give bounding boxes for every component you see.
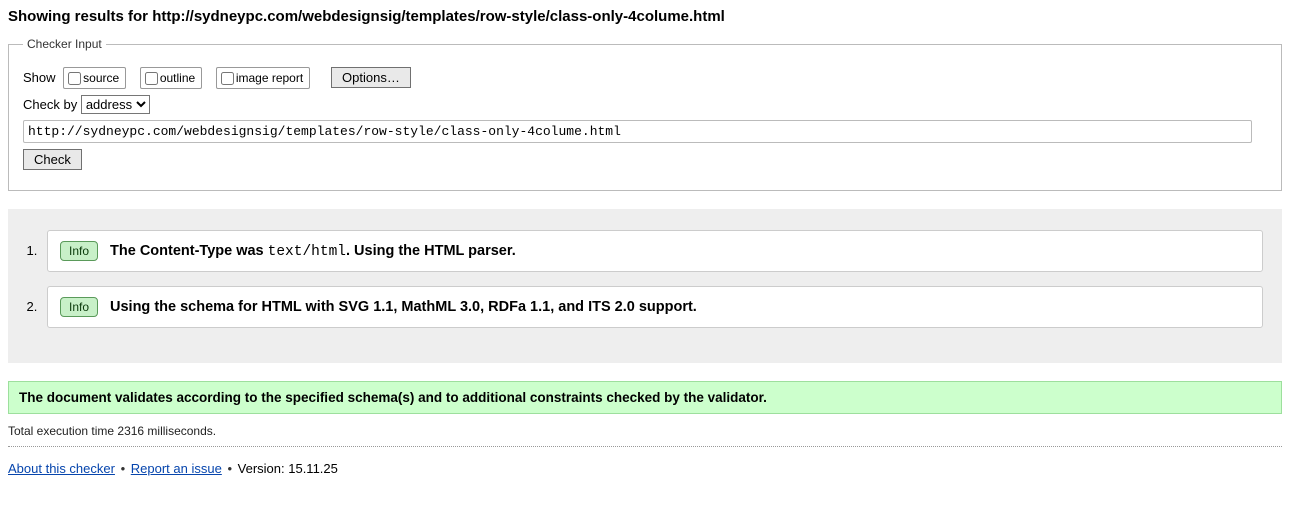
- result-item-1: Info The Content-Type was text/html. Usi…: [41, 230, 1263, 272]
- timing-info: Total execution time 2316 milliseconds.: [8, 424, 1282, 438]
- results-list: Info The Content-Type was text/html. Usi…: [19, 230, 1263, 328]
- result-msg-2: Using the schema for HTML with SVG 1.1, …: [110, 299, 697, 315]
- image-report-checkbox-wrap[interactable]: image report: [216, 67, 310, 89]
- info-badge: Info: [60, 241, 98, 261]
- checker-input-fieldset: Checker Input Show source outline image …: [8, 37, 1282, 191]
- about-link[interactable]: About this checker: [8, 461, 115, 476]
- check-row: Check: [23, 149, 1267, 170]
- result-item-2: Info Using the schema for HTML with SVG …: [41, 286, 1263, 328]
- result-card-2: Info Using the schema for HTML with SVG …: [47, 286, 1263, 328]
- image-report-checkbox-label: image report: [236, 71, 303, 85]
- results-panel: Info The Content-Type was text/html. Usi…: [8, 209, 1282, 363]
- options-button[interactable]: Options…: [331, 67, 411, 88]
- msg1-pre: The Content-Type was: [110, 243, 268, 259]
- show-label: Show: [23, 70, 56, 85]
- show-row: Show source outline image report Options…: [23, 67, 1267, 89]
- result-card-1: Info The Content-Type was text/html. Usi…: [47, 230, 1263, 272]
- checker-legend: Checker Input: [23, 37, 106, 51]
- msg1-code: text/html: [268, 244, 346, 260]
- page-title: Showing results for http://sydneypc.com/…: [8, 8, 1282, 25]
- separator-dot: •: [121, 461, 126, 476]
- checkby-label: Check by: [23, 97, 77, 112]
- source-checkbox-label: source: [83, 71, 119, 85]
- checkby-row: Check by address: [23, 95, 1267, 143]
- footer: About this checker • Report an issue • V…: [8, 461, 1282, 476]
- image-report-checkbox[interactable]: [221, 72, 234, 85]
- separator-dot: •: [227, 461, 232, 476]
- report-issue-link[interactable]: Report an issue: [131, 461, 222, 476]
- msg1-post: . Using the HTML parser.: [346, 243, 516, 259]
- outline-checkbox[interactable]: [145, 72, 158, 85]
- success-message: The document validates according to the …: [8, 381, 1282, 414]
- check-button[interactable]: Check: [23, 149, 82, 170]
- checkby-select[interactable]: address: [81, 95, 150, 114]
- source-checkbox-wrap[interactable]: source: [63, 67, 126, 89]
- result-msg-1: The Content-Type was text/html. Using th…: [110, 243, 516, 260]
- heading-url: http://sydneypc.com/webdesignsig/templat…: [152, 8, 725, 25]
- info-badge: Info: [60, 297, 98, 317]
- version-label: Version:: [238, 461, 289, 476]
- source-checkbox[interactable]: [68, 72, 81, 85]
- heading-prefix: Showing results for: [8, 8, 152, 25]
- divider: [8, 446, 1282, 447]
- outline-checkbox-label: outline: [160, 71, 195, 85]
- address-input[interactable]: [23, 120, 1252, 143]
- outline-checkbox-wrap[interactable]: outline: [140, 67, 202, 89]
- version-value: 15.11.25: [288, 461, 338, 476]
